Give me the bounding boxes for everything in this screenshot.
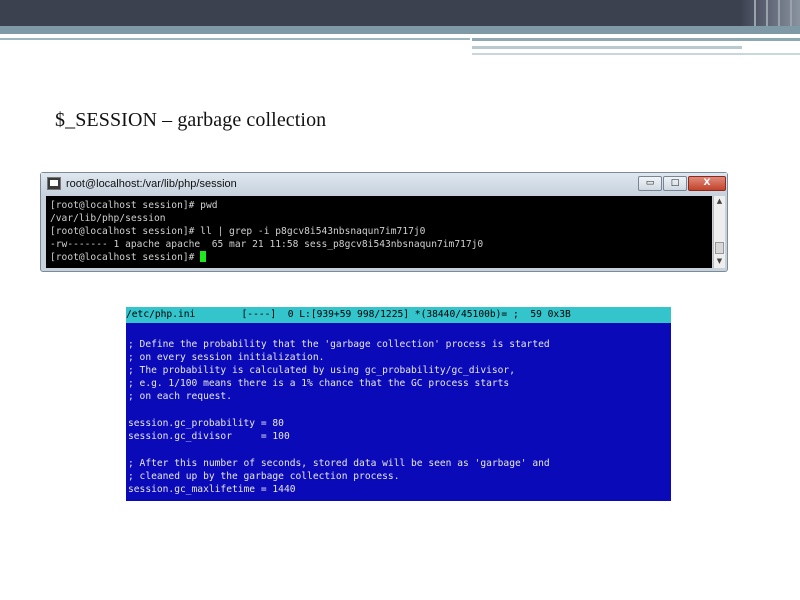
header-stripes <box>0 34 800 58</box>
header-accent-bar <box>0 26 800 34</box>
putty-window: root@localhost:/var/lib/php/session ▭ □ … <box>40 172 728 272</box>
close-button[interactable]: X <box>688 176 726 191</box>
editor-status-bar: /etc/php.ini [----] 0 L:[939+59 998/1225… <box>126 307 671 323</box>
terminal-cursor <box>200 251 207 262</box>
header-banner <box>0 0 800 26</box>
slide-title: $_SESSION – garbage collection <box>55 109 327 131</box>
editor-line: session.gc_probability = 80 <box>128 418 284 429</box>
putty-window-title: root@localhost:/var/lib/php/session <box>66 178 237 190</box>
editor-line: session.gc_divisor = 100 <box>128 431 290 442</box>
terminal-prompt: [root@localhost session]# <box>50 252 201 263</box>
scroll-up-arrow-icon[interactable]: ▲ <box>714 196 725 207</box>
php-ini-editor[interactable]: /etc/php.ini [----] 0 L:[939+59 998/1225… <box>126 307 671 501</box>
terminal-output[interactable]: [root@localhost session]# pwd /var/lib/p… <box>46 196 712 268</box>
editor-line: ; The probability is calculated by using… <box>128 365 515 376</box>
editor-line: ; cleaned up by the garbage collection p… <box>128 471 400 482</box>
editor-line: ; After this number of seconds, stored d… <box>128 458 550 469</box>
terminal-line: [root@localhost session]# ll | grep -i p… <box>50 226 426 237</box>
header-corner-ornament <box>740 0 800 26</box>
scroll-down-arrow-icon[interactable]: ▼ <box>714 256 725 267</box>
terminal-scrollbar[interactable]: ▲ ▼ <box>713 196 725 268</box>
editor-line: ; e.g. 1/100 means there is a 1% chance … <box>128 378 510 389</box>
terminal-line: [root@localhost session]# pwd <box>50 200 218 211</box>
maximize-button[interactable]: □ <box>663 176 687 191</box>
scrollbar-thumb[interactable] <box>715 242 724 254</box>
terminal-prompt-line[interactable]: [root@localhost session]# <box>50 251 207 264</box>
editor-line: ; on every session initialization. <box>128 352 325 363</box>
putty-titlebar[interactable]: root@localhost:/var/lib/php/session ▭ □ … <box>41 173 727 195</box>
editor-line: ; Define the probability that the 'garba… <box>128 339 550 350</box>
terminal-line: -rw------- 1 apache apache 65 mar 21 11:… <box>50 239 484 250</box>
editor-line: ; on each request. <box>128 391 232 402</box>
putty-terminal-icon <box>47 177 61 190</box>
minimize-button[interactable]: ▭ <box>638 176 662 191</box>
editor-line: session.gc_maxlifetime = 1440 <box>128 484 296 495</box>
terminal-line: /var/lib/php/session <box>50 213 166 224</box>
